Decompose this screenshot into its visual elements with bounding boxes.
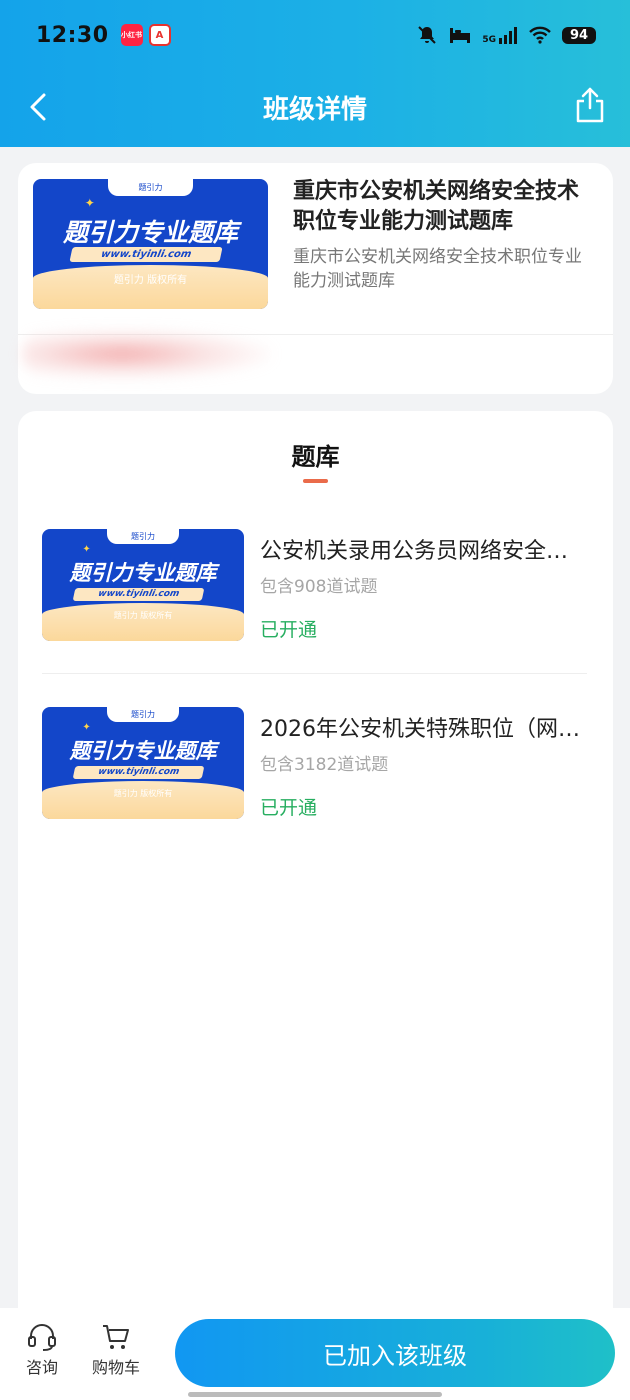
item-cover-image: 题引力 ✦ 题引力专业题库 www.tiyinli.com 题引力 版权所有 — [42, 707, 244, 819]
cart-button[interactable]: 购物车 — [92, 1322, 140, 1378]
joined-class-button[interactable]: 已加入该班级 — [175, 1319, 615, 1387]
banner-bottom-band — [42, 780, 244, 819]
wifi-icon — [529, 26, 551, 44]
status-app-badges: 小红书 A — [120, 24, 171, 46]
header: 12:30 小红书 A 5G 94 班级详情 — [0, 0, 630, 147]
cart-icon — [103, 1325, 129, 1349]
star-icon: ✦ — [84, 195, 95, 210]
banner-copyright: 题引力 版权所有 — [113, 275, 188, 287]
class-title: 重庆市公安机关网络安全技术职位专业能力测试题库 — [293, 179, 580, 234]
consult-button[interactable]: 咨询 — [26, 1322, 58, 1378]
question-bank-item[interactable]: 题引力 ✦ 题引力专业题库 www.tiyinli.com 题引力 版权所有 2… — [42, 707, 587, 847]
banner-brand-tab: 题引力 — [108, 179, 193, 196]
banner-headline: 题引力专业题库 — [69, 561, 217, 585]
home-indicator — [188, 1392, 442, 1397]
banner-brand-tab: 题引力 — [106, 707, 180, 722]
question-bank-item[interactable]: 题引力 ✦ 题引力专业题库 www.tiyinli.com 题引力 版权所有 公… — [42, 529, 587, 669]
cart-label: 购物车 — [92, 1358, 141, 1377]
banner-copyright: 题引力 版权所有 — [113, 788, 173, 798]
banner-bottom-band — [42, 602, 244, 641]
banner-brand-tab: 题引力 — [106, 529, 180, 544]
item-question-count: 包含908道试题 — [260, 577, 378, 597]
banner-url: www.tiyinli.com — [72, 588, 205, 602]
section-title-underline — [303, 479, 328, 483]
headset-icon — [28, 1324, 56, 1351]
item-question-count: 包含3182道试题 — [260, 755, 389, 775]
signal-icon — [499, 27, 517, 44]
item-status: 已开通 — [260, 619, 318, 641]
battery-level: 94 — [562, 26, 596, 44]
network-type: 5G — [482, 25, 518, 45]
class-info-card: 题引力 ✦ 题引力专业题库 www.tiyinli.com 题引力 版权所有 重… — [18, 163, 613, 394]
banner-url: www.tiyinli.com — [68, 246, 223, 262]
class-cover-image: 题引力 ✦ 题引力专业题库 www.tiyinli.com 题引力 版权所有 — [33, 179, 268, 309]
page-title: 班级详情 — [262, 94, 367, 125]
banner-copyright: 题引力 版权所有 — [113, 610, 173, 620]
status-indicators: 5G 94 — [416, 24, 596, 46]
nav-bar: 班级详情 — [0, 72, 630, 142]
chevron-left-icon[interactable] — [26, 92, 56, 122]
item-cover-image: 题引力 ✦ 题引力专业题库 www.tiyinli.com 题引力 版权所有 — [42, 529, 244, 641]
app-badge-xiaohongshu: 小红书 — [120, 24, 143, 46]
share-icon[interactable] — [574, 86, 606, 124]
class-subtitle: 重庆市公安机关网络安全技术职位专业能力测试题库 — [293, 247, 582, 291]
section-title[interactable]: 题库 — [18, 437, 613, 472]
banner-url: www.tiyinli.com — [72, 766, 205, 780]
mute-bell-icon — [418, 26, 437, 44]
bottom-action-bar: 咨询 购物车 已加入该班级 — [0, 1308, 630, 1400]
banner-headline: 题引力专业题库 — [62, 217, 238, 247]
status-time: 12:30 — [36, 22, 109, 48]
item-divider — [42, 673, 587, 674]
consult-label: 咨询 — [26, 1358, 59, 1377]
star-icon: ✦ — [82, 543, 91, 555]
blurred-area — [22, 329, 272, 379]
item-title: 2026年公安机关特殊职位（网络安全）题库 — [260, 717, 587, 742]
question-bank-card: 题库 题引力 ✦ 题引力专业题库 www.tiyinli.com 题引力 版权所… — [18, 411, 613, 1311]
banner-headline: 题引力专业题库 — [69, 739, 217, 763]
item-status: 已开通 — [260, 797, 318, 819]
app-badge-a: A — [148, 24, 171, 46]
bed-icon — [450, 28, 471, 43]
item-title: 公安机关录用公务员网络安全专业科目考试题库 — [260, 539, 587, 564]
star-icon: ✦ — [82, 721, 91, 733]
status-bar: 12:30 小红书 A 5G 94 — [0, 0, 630, 70]
